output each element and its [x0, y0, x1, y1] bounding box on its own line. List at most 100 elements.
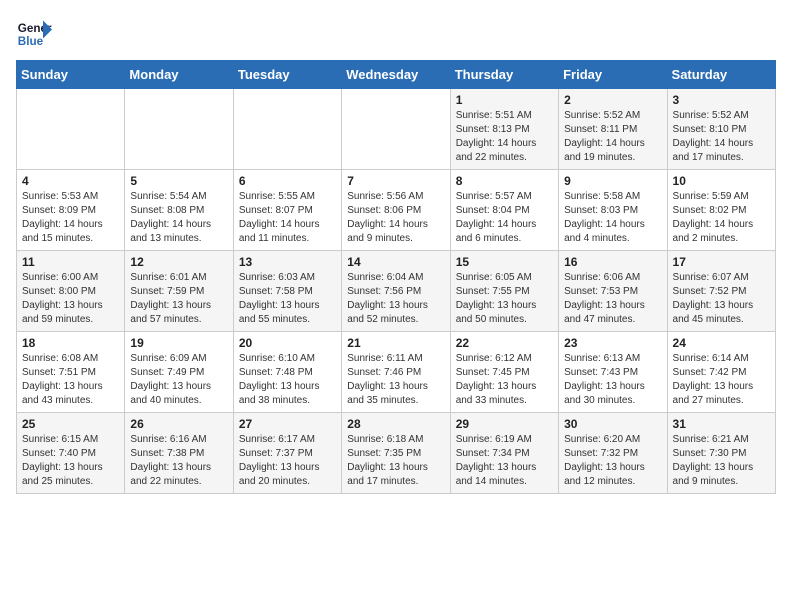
calendar-cell: 27 Sunrise: 6:17 AM Sunset: 7:37 PM Dayli… — [233, 413, 341, 494]
cell-content: Sunrise: 6:18 AM Sunset: 7:35 PM Dayligh… — [347, 433, 444, 489]
cell-content: Sunrise: 6:08 AM Sunset: 7:51 PM Dayligh… — [22, 352, 119, 408]
weekday-header: Tuesday — [233, 61, 341, 89]
day-number: 19 — [130, 336, 227, 350]
day-number: 5 — [130, 174, 227, 188]
cell-content: Sunrise: 6:04 AM Sunset: 7:56 PM Dayligh… — [347, 271, 444, 327]
cell-content: Sunrise: 6:15 AM Sunset: 7:40 PM Dayligh… — [22, 433, 119, 489]
cell-content: Sunrise: 6:17 AM Sunset: 7:37 PM Dayligh… — [239, 433, 336, 489]
weekday-header: Wednesday — [342, 61, 450, 89]
logo-icon: General Blue — [16, 16, 52, 52]
day-number: 21 — [347, 336, 444, 350]
calendar-cell — [233, 89, 341, 170]
cell-content: Sunrise: 6:09 AM Sunset: 7:49 PM Dayligh… — [130, 352, 227, 408]
cell-content: Sunrise: 6:00 AM Sunset: 8:00 PM Dayligh… — [22, 271, 119, 327]
calendar-cell: 23 Sunrise: 6:13 AM Sunset: 7:43 PM Dayli… — [559, 332, 667, 413]
cell-content: Sunrise: 6:19 AM Sunset: 7:34 PM Dayligh… — [456, 433, 553, 489]
calendar-cell: 4Sunrise: 5:53 AM Sunset: 8:09 PM Daylig… — [17, 170, 125, 251]
calendar-cell: 1 Sunrise: 5:51 AM Sunset: 8:13 PM Daylig… — [450, 89, 558, 170]
cell-content: Sunrise: 6:10 AM Sunset: 7:48 PM Dayligh… — [239, 352, 336, 408]
day-number: 15 — [456, 255, 553, 269]
weekday-header: Sunday — [17, 61, 125, 89]
cell-content: Sunrise: 6:16 AM Sunset: 7:38 PM Dayligh… — [130, 433, 227, 489]
day-number: 27 — [239, 417, 336, 431]
cell-content: Sunrise: 6:11 AM Sunset: 7:46 PM Dayligh… — [347, 352, 444, 408]
day-number: 18 — [22, 336, 119, 350]
calendar-week-row: 11Sunrise: 6:00 AM Sunset: 8:00 PM Dayli… — [17, 251, 776, 332]
calendar-cell: 26 Sunrise: 6:16 AM Sunset: 7:38 PM Dayli… — [125, 413, 233, 494]
calendar-week-row: 25 Sunrise: 6:15 AM Sunset: 7:40 PM Dayli… — [17, 413, 776, 494]
day-number: 22 — [456, 336, 553, 350]
calendar-cell: 10 Sunrise: 5:59 AM Sunset: 8:02 PM Dayli… — [667, 170, 775, 251]
calendar-cell — [125, 89, 233, 170]
cell-content: Sunrise: 6:03 AM Sunset: 7:58 PM Dayligh… — [239, 271, 336, 327]
cell-content: Sunrise: 6:12 AM Sunset: 7:45 PM Dayligh… — [456, 352, 553, 408]
cell-content: Sunrise: 5:57 AM Sunset: 8:04 PM Dayligh… — [456, 190, 553, 246]
calendar-cell: 7Sunrise: 5:56 AM Sunset: 8:06 PM Daylig… — [342, 170, 450, 251]
day-number: 31 — [673, 417, 770, 431]
calendar-cell: 14Sunrise: 6:04 AM Sunset: 7:56 PM Dayli… — [342, 251, 450, 332]
calendar-cell — [17, 89, 125, 170]
calendar-table: SundayMondayTuesdayWednesdayThursdayFrid… — [16, 60, 776, 494]
calendar-cell: 11Sunrise: 6:00 AM Sunset: 8:00 PM Dayli… — [17, 251, 125, 332]
calendar-cell — [342, 89, 450, 170]
day-number: 3 — [673, 93, 770, 107]
day-number: 24 — [673, 336, 770, 350]
day-number: 9 — [564, 174, 661, 188]
weekday-header: Thursday — [450, 61, 558, 89]
cell-content: Sunrise: 5:56 AM Sunset: 8:06 PM Dayligh… — [347, 190, 444, 246]
day-number: 20 — [239, 336, 336, 350]
weekday-header: Saturday — [667, 61, 775, 89]
cell-content: Sunrise: 5:51 AM Sunset: 8:13 PM Dayligh… — [456, 109, 553, 165]
calendar-cell: 3Sunrise: 5:52 AM Sunset: 8:10 PM Daylig… — [667, 89, 775, 170]
cell-content: Sunrise: 6:01 AM Sunset: 7:59 PM Dayligh… — [130, 271, 227, 327]
weekday-header: Friday — [559, 61, 667, 89]
calendar-cell: 22 Sunrise: 6:12 AM Sunset: 7:45 PM Dayli… — [450, 332, 558, 413]
cell-content: Sunrise: 5:54 AM Sunset: 8:08 PM Dayligh… — [130, 190, 227, 246]
calendar-header-row: SundayMondayTuesdayWednesdayThursdayFrid… — [17, 61, 776, 89]
calendar-cell: 16Sunrise: 6:06 AM Sunset: 7:53 PM Dayli… — [559, 251, 667, 332]
cell-content: Sunrise: 5:59 AM Sunset: 8:02 PM Dayligh… — [673, 190, 770, 246]
calendar-week-row: 18 Sunrise: 6:08 AM Sunset: 7:51 PM Dayli… — [17, 332, 776, 413]
day-number: 25 — [22, 417, 119, 431]
cell-content: Sunrise: 5:58 AM Sunset: 8:03 PM Dayligh… — [564, 190, 661, 246]
calendar-cell: 6 Sunrise: 5:55 AM Sunset: 8:07 PM Daylig… — [233, 170, 341, 251]
calendar-cell: 8 Sunrise: 5:57 AM Sunset: 8:04 PM Daylig… — [450, 170, 558, 251]
day-number: 1 — [456, 93, 553, 107]
day-number: 6 — [239, 174, 336, 188]
calendar-cell: 29Sunrise: 6:19 AM Sunset: 7:34 PM Dayli… — [450, 413, 558, 494]
cell-content: Sunrise: 6:14 AM Sunset: 7:42 PM Dayligh… — [673, 352, 770, 408]
page-header: General Blue — [16, 16, 776, 52]
day-number: 30 — [564, 417, 661, 431]
calendar-cell: 17Sunrise: 6:07 AM Sunset: 7:52 PM Dayli… — [667, 251, 775, 332]
day-number: 28 — [347, 417, 444, 431]
calendar-cell: 24 Sunrise: 6:14 AM Sunset: 7:42 PM Dayli… — [667, 332, 775, 413]
cell-content: Sunrise: 6:21 AM Sunset: 7:30 PM Dayligh… — [673, 433, 770, 489]
calendar-cell: 19 Sunrise: 6:09 AM Sunset: 7:49 PM Dayli… — [125, 332, 233, 413]
cell-content: Sunrise: 6:13 AM Sunset: 7:43 PM Dayligh… — [564, 352, 661, 408]
calendar-cell: 15 Sunrise: 6:05 AM Sunset: 7:55 PM Dayli… — [450, 251, 558, 332]
calendar-cell: 25 Sunrise: 6:15 AM Sunset: 7:40 PM Dayli… — [17, 413, 125, 494]
calendar-cell: 5 Sunrise: 5:54 AM Sunset: 8:08 PM Daylig… — [125, 170, 233, 251]
cell-content: Sunrise: 6:05 AM Sunset: 7:55 PM Dayligh… — [456, 271, 553, 327]
cell-content: Sunrise: 6:06 AM Sunset: 7:53 PM Dayligh… — [564, 271, 661, 327]
calendar-cell: 2Sunrise: 5:52 AM Sunset: 8:11 PM Daylig… — [559, 89, 667, 170]
logo: General Blue — [16, 16, 56, 52]
svg-text:Blue: Blue — [18, 35, 44, 48]
cell-content: Sunrise: 5:53 AM Sunset: 8:09 PM Dayligh… — [22, 190, 119, 246]
weekday-header: Monday — [125, 61, 233, 89]
day-number: 13 — [239, 255, 336, 269]
day-number: 23 — [564, 336, 661, 350]
day-number: 12 — [130, 255, 227, 269]
calendar-cell: 9 Sunrise: 5:58 AM Sunset: 8:03 PM Daylig… — [559, 170, 667, 251]
day-number: 26 — [130, 417, 227, 431]
cell-content: Sunrise: 6:07 AM Sunset: 7:52 PM Dayligh… — [673, 271, 770, 327]
calendar-body: 1 Sunrise: 5:51 AM Sunset: 8:13 PM Daylig… — [17, 89, 776, 494]
calendar-cell: 13 Sunrise: 6:03 AM Sunset: 7:58 PM Dayli… — [233, 251, 341, 332]
calendar-week-row: 1 Sunrise: 5:51 AM Sunset: 8:13 PM Daylig… — [17, 89, 776, 170]
cell-content: Sunrise: 5:52 AM Sunset: 8:11 PM Dayligh… — [564, 109, 661, 165]
day-number: 10 — [673, 174, 770, 188]
cell-content: Sunrise: 5:55 AM Sunset: 8:07 PM Dayligh… — [239, 190, 336, 246]
calendar-cell: 18 Sunrise: 6:08 AM Sunset: 7:51 PM Dayli… — [17, 332, 125, 413]
calendar-cell: 12 Sunrise: 6:01 AM Sunset: 7:59 PM Dayli… — [125, 251, 233, 332]
day-number: 8 — [456, 174, 553, 188]
